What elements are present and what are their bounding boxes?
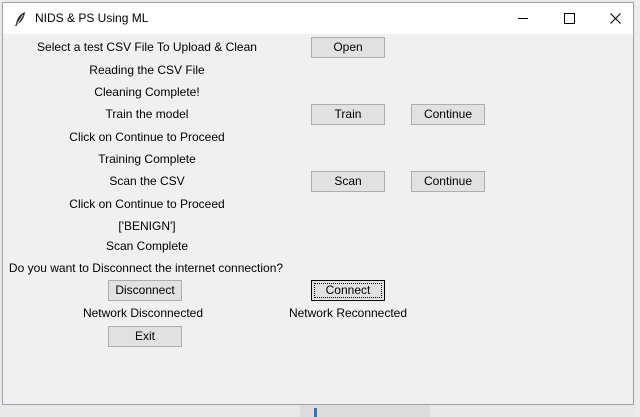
scan-button[interactable]: Scan xyxy=(311,171,385,192)
minimize-button[interactable] xyxy=(500,3,546,34)
disconnect-prompt-label: Do you want to Disconnect the internet c… xyxy=(8,261,284,275)
exit-button[interactable]: Exit xyxy=(108,326,182,347)
continue-train-button[interactable]: Continue xyxy=(411,104,485,125)
train-model-label: Train the model xyxy=(105,107,189,121)
maximize-button[interactable] xyxy=(546,3,592,34)
connect-button[interactable]: Connect xyxy=(311,280,385,301)
desktop-background xyxy=(300,405,430,417)
select-csv-label: Select a test CSV File To Upload & Clean xyxy=(37,40,257,54)
scan-csv-label: Scan the CSV xyxy=(109,174,185,188)
desktop-scroll-indicator xyxy=(314,408,317,417)
open-button[interactable]: Open xyxy=(311,37,385,58)
minimize-icon xyxy=(517,13,529,24)
training-complete-label: Training Complete xyxy=(98,152,196,166)
train-button[interactable]: Train xyxy=(311,104,385,125)
maximize-icon xyxy=(563,13,575,24)
close-icon xyxy=(609,13,621,24)
click-continue-scan-label: Click on Continue to Proceed xyxy=(69,197,225,211)
cleaning-complete-label: Cleaning Complete! xyxy=(94,85,200,99)
scan-complete-label: Scan Complete xyxy=(105,239,189,253)
close-button[interactable] xyxy=(592,3,638,34)
app-window: NIDS & PS Using ML Select a test CSV Fil… xyxy=(2,2,634,405)
continue-scan-button[interactable]: Continue xyxy=(411,171,485,192)
reading-csv-label: Reading the CSV File xyxy=(89,63,205,77)
content-area: Select a test CSV File To Upload & Clean… xyxy=(3,34,633,404)
title-bar: NIDS & PS Using ML xyxy=(3,3,633,34)
desktop-edge xyxy=(635,0,640,417)
disconnect-button[interactable]: Disconnect xyxy=(108,280,182,301)
scan-result-label: ['BENIGN'] xyxy=(118,219,176,233)
network-disconnected-label: Network Disconnected xyxy=(82,306,204,320)
window-title: NIDS & PS Using ML xyxy=(35,11,149,25)
click-continue-train-label: Click on Continue to Proceed xyxy=(69,130,225,144)
feather-icon xyxy=(13,11,27,27)
network-reconnected-label: Network Reconnected xyxy=(288,306,408,320)
